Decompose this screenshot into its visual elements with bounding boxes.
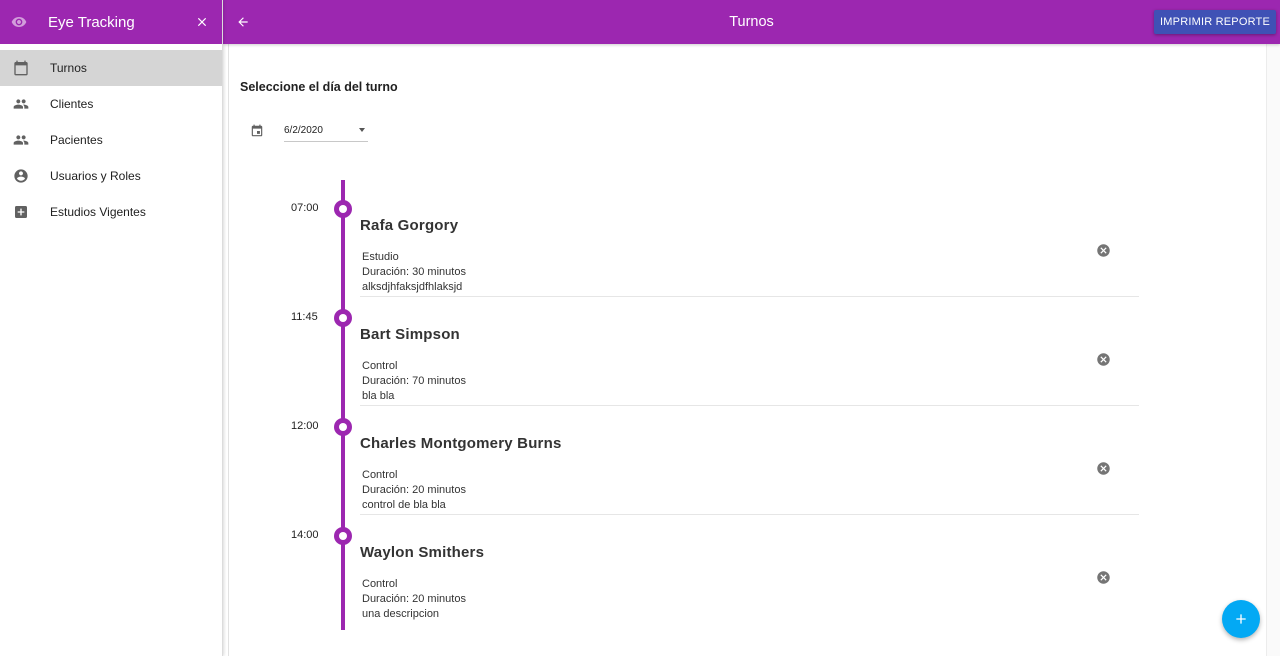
app-title: Eye Tracking: [48, 13, 135, 31]
appointment-item: 11:45 Bart Simpson Control Duración: 70 …: [229, 297, 1267, 406]
cancel-icon: [1096, 352, 1110, 366]
plus-icon: [1236, 614, 1246, 624]
people-icon: [12, 131, 30, 149]
appointments-timeline: 07:00 Rafa Gorgory Estudio Duración: 30 …: [229, 44, 1266, 656]
appointment-duration: Duración: 20 minutos: [362, 593, 466, 605]
cancel-icon: [1096, 461, 1110, 475]
sidebar-item-label: Usuarios y Roles: [50, 169, 141, 183]
back-button[interactable]: [233, 12, 253, 32]
patient-name: Bart Simpson: [360, 326, 460, 343]
appointment-item: 12:00 Charles Montgomery Burns Control D…: [229, 406, 1267, 515]
people-icon: [12, 95, 30, 113]
remove-appointment-button[interactable]: [1095, 569, 1111, 585]
account-circle-icon: [12, 167, 30, 185]
sidebar-item-pacientes[interactable]: Pacientes: [0, 122, 222, 158]
patient-name: Waylon Smithers: [360, 544, 485, 561]
close-drawer-button[interactable]: [192, 12, 212, 32]
main-content: Seleccione el día del turno 6/2/2020 07:…: [228, 44, 1266, 656]
appointment-type: Control: [362, 360, 398, 372]
eye-icon: [10, 13, 28, 31]
appointment-description: una descripcion: [362, 608, 440, 620]
timeline-dot: [334, 527, 352, 545]
appointment-item: 07:00 Rafa Gorgory Estudio Duración: 30 …: [229, 188, 1267, 297]
appointment-duration: Duración: 20 minutos: [362, 484, 466, 496]
timeline-dot: [334, 418, 352, 436]
appointment-time: 14:00: [291, 529, 319, 541]
sidebar-item-label: Pacientes: [50, 133, 103, 147]
app-root: Eye Tracking Turnos Clientes Pacientes U…: [0, 0, 1280, 656]
appointment-time: 11:45: [291, 311, 318, 323]
patient-name: Rafa Gorgory: [360, 217, 459, 234]
remove-appointment-button[interactable]: [1095, 242, 1111, 258]
appointment-description: bla bla: [362, 390, 395, 402]
patient-name: Charles Montgomery Burns: [360, 435, 562, 452]
appointment-description: control de bla bla: [362, 499, 446, 511]
timeline-dot: [334, 200, 352, 218]
medical-plus-icon: [12, 203, 30, 221]
sidebar-item-label: Turnos: [50, 61, 87, 75]
cancel-icon: [1096, 243, 1110, 257]
sidebar-item-clientes[interactable]: Clientes: [0, 86, 222, 122]
sidebar-item-turnos[interactable]: Turnos: [0, 50, 222, 86]
sidebar-item-label: Estudios Vigentes: [50, 205, 146, 219]
appointment-duration: Duración: 30 minutos: [362, 266, 466, 278]
scrollbar[interactable]: [1266, 44, 1280, 656]
remove-appointment-button[interactable]: [1095, 460, 1111, 476]
appointment-time: 07:00: [291, 202, 319, 214]
appointment-item: 14:00 Waylon Smithers Control Duración: …: [229, 515, 1267, 624]
sidebar: Eye Tracking Turnos Clientes Pacientes U…: [0, 0, 223, 656]
close-icon: [197, 17, 207, 27]
top-app-bar: Turnos IMPRIMIR REPORTE: [223, 0, 1280, 44]
calendar-icon: [12, 59, 30, 77]
cancel-icon: [1096, 570, 1110, 584]
remove-appointment-button[interactable]: [1095, 351, 1111, 367]
sidebar-item-estudios-vigentes[interactable]: Estudios Vigentes: [0, 194, 222, 230]
sidebar-item-label: Clientes: [50, 97, 94, 111]
appointment-description: alksdjhfaksjdfhlaksjd: [362, 281, 463, 293]
timeline-dot: [334, 309, 352, 327]
print-report-button[interactable]: IMPRIMIR REPORTE: [1154, 10, 1276, 34]
appointment-type: Control: [362, 469, 398, 481]
appointment-type: Control: [362, 578, 398, 590]
appointment-type: Estudio: [362, 251, 399, 263]
sidebar-item-usuarios-roles[interactable]: Usuarios y Roles: [0, 158, 222, 194]
arrow-back-icon: [238, 17, 248, 27]
sidebar-header: Eye Tracking: [0, 0, 222, 44]
appointment-duration: Duración: 70 minutos: [362, 375, 466, 387]
appointment-time: 12:00: [291, 420, 319, 432]
add-appointment-button[interactable]: [1222, 600, 1260, 638]
page-title: Turnos: [729, 14, 774, 30]
